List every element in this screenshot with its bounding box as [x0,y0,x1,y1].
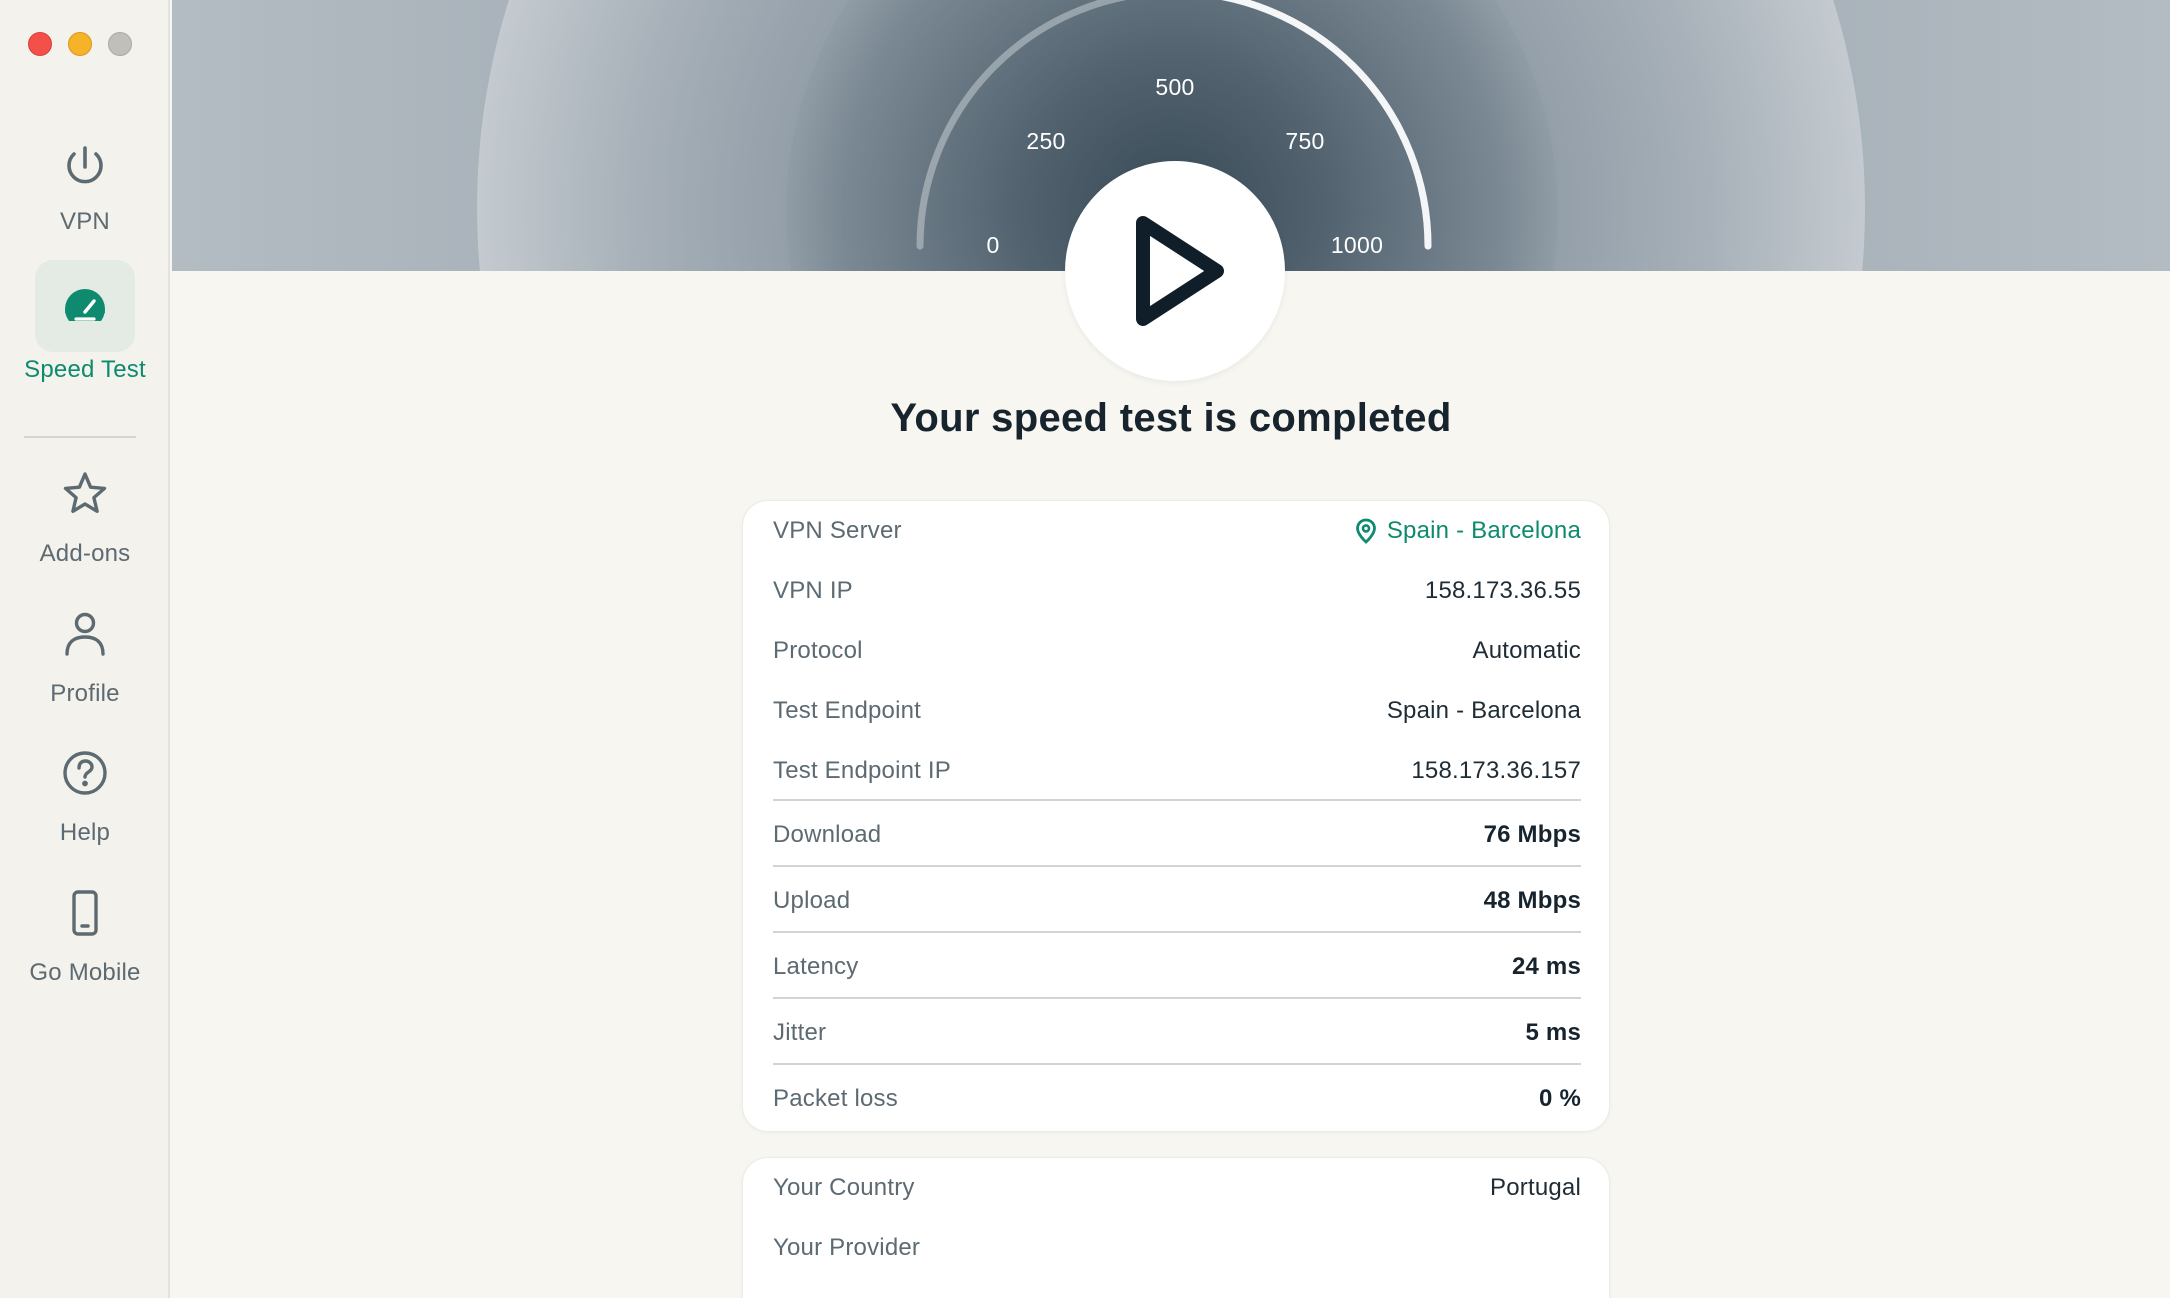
sidebar-item-vpn[interactable]: VPN [0,122,170,236]
result-row-download: Download 76 Mbps [773,817,1581,853]
question-circle-icon [35,727,135,819]
row-label: Test Endpoint [773,697,922,724]
sidebar-item-speed-test[interactable]: Speed Test [0,260,170,384]
download-value: 76 Mbps [1483,821,1581,848]
divider [773,799,1581,801]
start-test-button[interactable] [1065,161,1285,381]
row-label: Upload [773,887,851,914]
divider [773,865,1581,867]
row-label: Packet loss [773,1085,898,1112]
row-label: Jitter [773,1019,827,1046]
row-label: VPN Server [773,517,902,544]
divider [773,1063,1581,1065]
window-zoom-button[interactable] [108,32,132,56]
divider [773,997,1581,999]
gauge-tick-label: 1000 [1330,232,1384,258]
local-info-card: Your Country Portugal Your Provider [742,1157,1610,1298]
row-label: Your Provider [773,1234,921,1261]
row-value: 158.173.36.157 [1411,757,1581,784]
play-icon [1136,216,1224,326]
gauge-tick-label: 750 [1285,128,1325,154]
row-label: Test Endpoint IP [773,757,951,784]
result-row-test-endpoint: Test Endpoint Spain - Barcelona [773,693,1581,729]
result-row-vpn-ip: VPN IP 158.173.36.55 [773,573,1581,609]
window-close-button[interactable] [28,32,52,56]
sidebar: VPN Speed Test Add-ons Profile Help Go M… [0,0,170,1298]
phone-icon [35,867,135,959]
vpn-server-value: Spain - Barcelona [1386,517,1581,544]
result-row-packet-loss: Packet loss 0 % [773,1081,1581,1117]
latency-value: 24 ms [1511,953,1581,980]
row-value: Spain - Barcelona [1386,697,1581,724]
row-value: Automatic [1472,637,1581,664]
sidebar-item-label: Help [59,819,111,846]
row-label: Protocol [773,637,863,664]
person-icon [35,588,135,680]
result-row-jitter: Jitter 5 ms [773,1015,1581,1051]
result-row-latency: Latency 24 ms [773,949,1581,985]
row-label: Latency [773,953,859,980]
power-icon [35,122,135,214]
sidebar-item-label: Profile [50,680,120,707]
sidebar-item-label: Go Mobile [29,959,141,986]
divider [773,931,1581,933]
local-row-country: Your Country Portugal [773,1170,1581,1206]
jitter-value: 5 ms [1525,1019,1581,1046]
sidebar-divider [24,436,136,438]
row-label: VPN IP [773,577,853,604]
upload-value: 48 Mbps [1483,887,1581,914]
gauge-tick-label: 250 [1026,128,1066,154]
row-value: 158.173.36.55 [1424,577,1581,604]
results-card: VPN Server Spain - Barcelona VPN IP 158.… [742,500,1610,1132]
page-title: Your speed test is completed [890,396,1452,440]
result-row-protocol: Protocol Automatic [773,633,1581,669]
row-label: Your Country [773,1174,915,1201]
sidebar-item-profile[interactable]: Profile [0,588,170,708]
window-minimize-button[interactable] [68,32,92,56]
location-pin-icon [1355,518,1376,544]
gauge-tick-label: 0 [986,232,1000,258]
sidebar-item-help[interactable]: Help [0,727,170,847]
local-row-provider: Your Provider [773,1230,1581,1266]
sidebar-item-label: VPN [60,208,110,235]
row-value: Portugal [1490,1174,1581,1201]
app-window: VPN Speed Test Add-ons Profile Help Go M… [0,0,2170,1298]
sidebar-item-add-ons[interactable]: Add-ons [0,448,170,568]
sidebar-item-label: Add-ons [39,540,131,567]
result-row-upload: Upload 48 Mbps [773,883,1581,919]
vpn-server-link[interactable]: Spain - Barcelona [1355,517,1581,545]
result-row-test-endpoint-ip: Test Endpoint IP 158.173.36.157 [773,753,1581,789]
packet-loss-value: 0 % [1539,1085,1581,1112]
row-label: Download [773,821,882,848]
gauge-tick-label: 500 [1155,74,1195,100]
sidebar-item-label: Speed Test [24,356,146,383]
speedometer-icon [35,260,135,352]
result-row-vpn-server: VPN Server Spain - Barcelona [773,513,1581,549]
star-icon [35,448,135,540]
sidebar-item-go-mobile[interactable]: Go Mobile [0,867,170,987]
